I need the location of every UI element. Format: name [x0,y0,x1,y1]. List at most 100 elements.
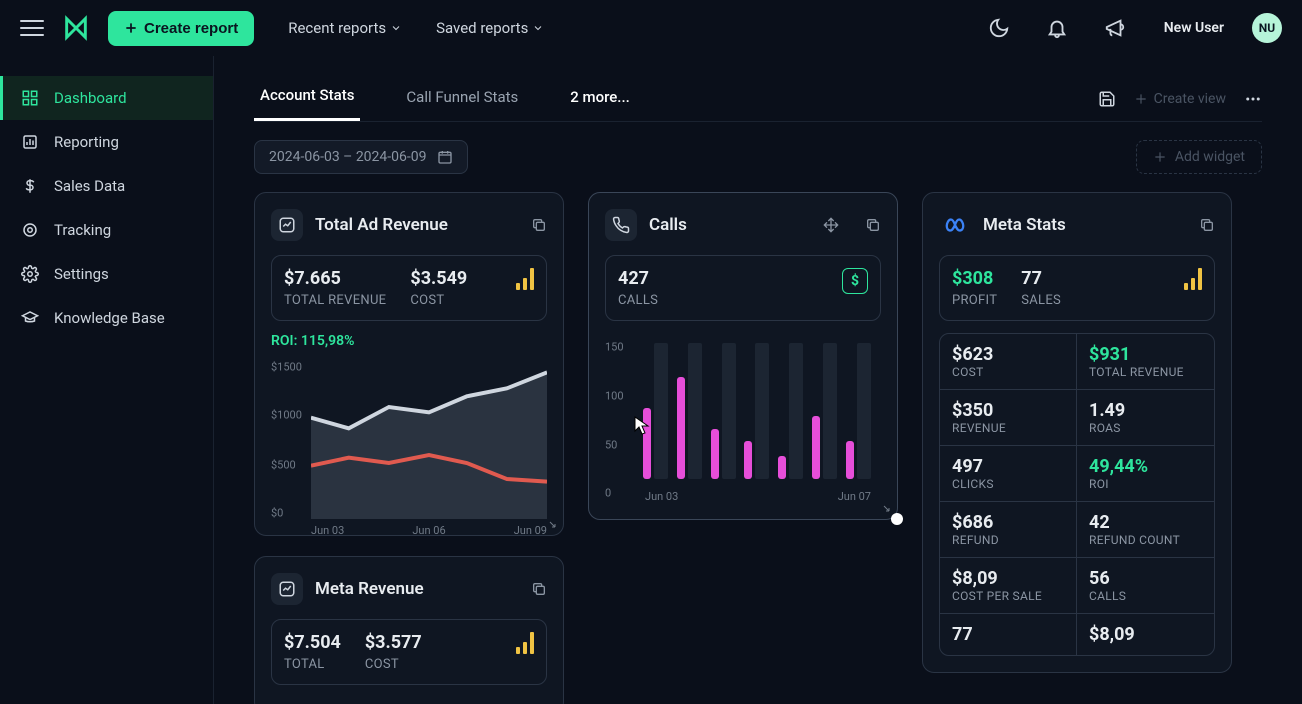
date-range-picker[interactable]: 2024-06-03 – 2024-06-09 [254,140,468,174]
sidebar-item-dashboard[interactable]: Dashboard [0,76,213,120]
resize-handle[interactable] [891,513,903,525]
sidebar-item-label: Sales Data [54,177,125,195]
meta-cost-value: $3.577 [365,632,422,653]
copy-icon[interactable] [531,581,547,597]
stat-box: $7.504 TOTAL $3.577 COST [271,619,547,685]
stat-box: 427 CALLS $ [605,255,881,321]
sidebar: Dashboard Reporting Sales Data Tracking … [0,56,214,704]
main-content: Account Stats Call Funnel Stats 2 more..… [214,56,1302,704]
widget-title: Meta Revenue [315,579,424,599]
user-name-label: New User [1164,20,1224,36]
sparkline-icon [516,632,534,654]
cost-label: COST [410,293,467,308]
announcement-icon[interactable] [1104,17,1126,39]
dollar-badge-icon: $ [842,268,868,294]
revenue-line-chart: $1500 $1000 $500 $0 Jun 03 Jun 06 Jun [271,359,547,519]
meta-icon [939,209,971,241]
chart-icon [271,573,303,605]
sparkline-icon [1184,268,1202,290]
target-icon [20,220,40,240]
roi-label: ROI: 115,98% [271,333,547,349]
chevron-down-icon [532,22,544,34]
tabs-row: Account Stats Call Funnel Stats 2 more..… [254,76,1262,122]
meta-stat-cell: 77 [940,613,1077,655]
meta-revenue-label: TOTAL [284,657,341,672]
saved-reports-dropdown[interactable]: Saved reports [436,19,544,37]
add-widget-button[interactable]: Add widget [1136,140,1262,174]
drag-icon[interactable] [823,217,839,233]
sidebar-item-knowledge-base[interactable]: Knowledge Base [0,296,213,340]
more-icon[interactable] [1244,90,1262,108]
menu-toggle-icon[interactable] [20,16,44,40]
sidebar-item-tracking[interactable]: Tracking [0,208,213,252]
widget-meta-stats[interactable]: Meta Stats $308 PROFIT 77 SALES $623COST [922,192,1232,673]
resize-icon[interactable] [879,501,891,513]
tab-more[interactable]: 2 more... [564,78,636,120]
meta-revenue-value: $7.504 [284,632,341,653]
user-avatar[interactable]: NU [1252,13,1282,43]
sidebar-item-label: Knowledge Base [54,309,165,327]
total-revenue-value: $7.665 [284,268,386,289]
sidebar-item-label: Settings [54,265,109,283]
total-revenue-label: TOTAL REVENUE [284,293,386,308]
save-icon[interactable] [1098,90,1116,108]
sales-label: SALES [1021,293,1061,308]
dashboard-icon [20,88,40,108]
gear-icon [20,264,40,284]
plus-icon [124,21,138,35]
copy-icon[interactable] [531,217,547,233]
sidebar-item-label: Dashboard [54,89,127,107]
meta-stat-cell: $350REVENUE [940,389,1077,445]
create-view-button[interactable]: Create view [1134,91,1226,107]
calls-count-value: 427 [618,268,658,289]
sidebar-item-sales-data[interactable]: Sales Data [0,164,213,208]
meta-stat-cell: $8,09 [1077,613,1214,655]
meta-stat-cell: $686REFUND [940,501,1077,557]
dark-mode-icon[interactable] [988,17,1010,39]
calls-bar-chart: 150 100 50 0 Jun 03 Jun 07 [605,333,881,503]
tab-account-stats[interactable]: Account Stats [254,76,360,121]
meta-stat-cell: 49,44%ROI [1077,445,1214,501]
meta-stat-cell: $623COST [940,334,1077,389]
create-report-button[interactable]: Create report [108,11,254,46]
meta-stat-cell: $931TOTAL REVENUE [1077,334,1214,389]
widget-title: Meta Stats [983,215,1066,235]
toolbar-row: 2024-06-03 – 2024-06-09 Add widget [254,140,1262,174]
profit-label: PROFIT [952,293,997,308]
reporting-icon [20,132,40,152]
sidebar-item-reporting[interactable]: Reporting [0,120,213,164]
sparkline-icon [516,268,534,290]
sidebar-item-label: Reporting [54,133,119,151]
widget-calls[interactable]: Calls 427 CALLS $ 150 100 50 0 [588,192,898,520]
meta-stat-cell: 42REFUND COUNT [1077,501,1214,557]
widget-title: Calls [649,215,687,235]
chevron-down-icon [390,22,402,34]
chart-icon [271,209,303,241]
bell-icon[interactable] [1046,17,1068,39]
recent-reports-dropdown[interactable]: Recent reports [288,19,402,37]
cost-value: $3.549 [410,268,467,289]
sidebar-item-settings[interactable]: Settings [0,252,213,296]
dollar-icon [20,176,40,196]
stat-box: $7.665 TOTAL REVENUE $3.549 COST [271,255,547,321]
stat-box: $308 PROFIT 77 SALES [939,255,1215,321]
copy-icon[interactable] [865,217,881,233]
tab-call-funnel-stats[interactable]: Call Funnel Stats [400,78,524,120]
meta-stat-cell: $8,09COST PER SALE [940,557,1077,613]
calls-count-label: CALLS [618,293,658,308]
meta-stat-cell: 1.49ROAS [1077,389,1214,445]
sales-value: 77 [1021,268,1061,289]
plus-icon [1134,92,1148,106]
copy-icon[interactable] [1199,217,1215,233]
meta-cost-label: COST [365,657,422,672]
resize-icon[interactable] [545,517,557,529]
plus-icon [1153,150,1167,164]
widget-meta-revenue[interactable]: Meta Revenue $7.504 TOTAL $3.577 COST [254,556,564,704]
graduation-icon [20,308,40,328]
widget-total-ad-revenue[interactable]: Total Ad Revenue $7.665 TOTAL REVENUE $3… [254,192,564,536]
profit-value: $308 [952,268,997,289]
sidebar-item-label: Tracking [54,221,111,239]
phone-icon [605,209,637,241]
create-report-label: Create report [144,20,238,37]
meta-stats-grid: $623COST$931TOTAL REVENUE$350REVENUE1.49… [939,333,1215,656]
